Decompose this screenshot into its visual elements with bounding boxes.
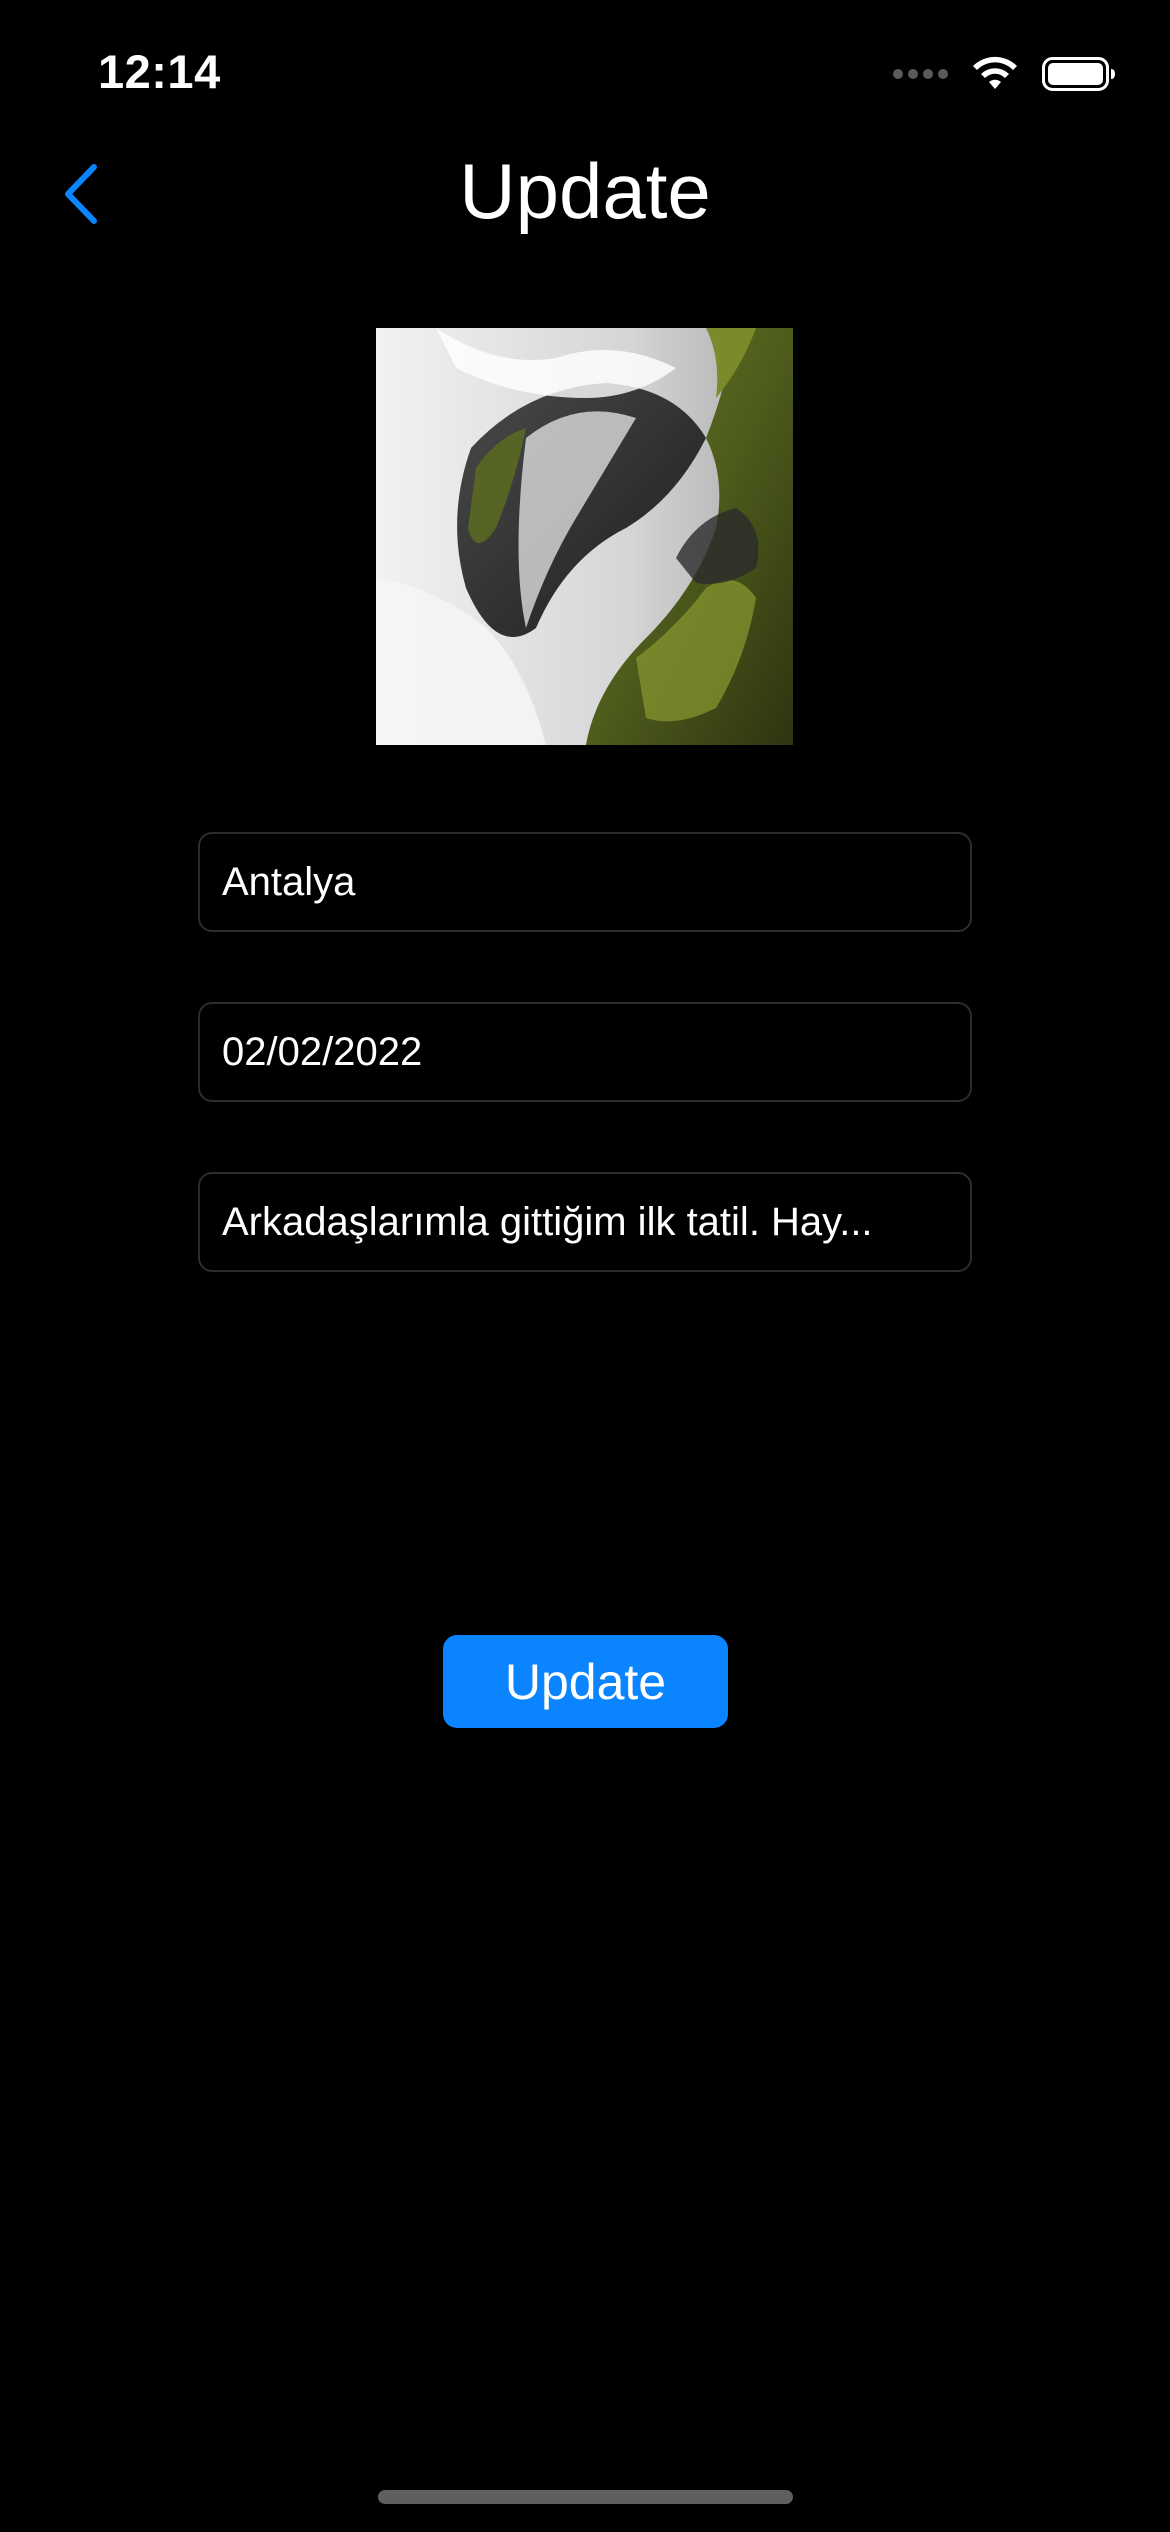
place-photo[interactable] xyxy=(376,328,793,745)
status-icons xyxy=(893,52,1116,96)
page-title: Update xyxy=(459,147,711,235)
status-time: 12:14 xyxy=(98,45,221,98)
home-indicator[interactable] xyxy=(378,2490,793,2504)
cellular-dots-icon xyxy=(893,69,948,79)
place-name-field[interactable] xyxy=(198,832,972,932)
battery-icon xyxy=(1042,57,1115,91)
description-field[interactable]: Arkadaşlarımla gittiğim ilk tatil. Hay..… xyxy=(198,1172,972,1272)
date-field[interactable] xyxy=(198,1002,972,1102)
wifi-icon xyxy=(973,56,1017,89)
waterfall-image xyxy=(376,328,793,745)
description-text: Arkadaşlarımla gittiğim ilk tatil. Hay..… xyxy=(222,1199,873,1244)
update-button[interactable]: Update xyxy=(443,1635,728,1728)
